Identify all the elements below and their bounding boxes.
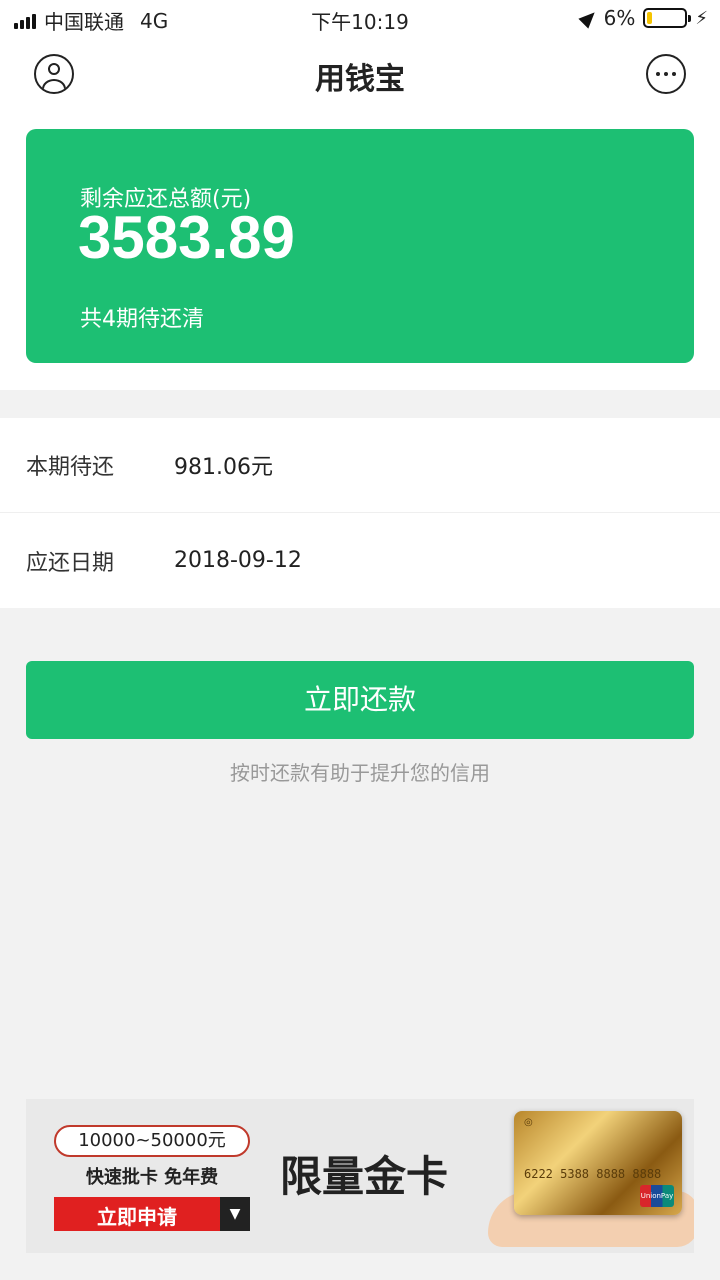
bank-logo-icon: ◎ [524, 1117, 533, 1128]
chevron-down-icon: ▼ [220, 1197, 250, 1231]
banner-headline: 限量金卡 [280, 1152, 449, 1201]
repay-now-button[interactable]: 立即还款 [26, 661, 694, 739]
credit-range-badge: 10000~50000元 [54, 1125, 250, 1157]
summary-card: 剩余应还总额(元) 3583.89 共4期待还清 [26, 129, 694, 363]
nav-bar: 用钱宝 [0, 38, 720, 112]
carrier-name: 中国联通 [44, 10, 124, 34]
remaining-periods: 共4期待还清 [80, 307, 204, 332]
battery-icon [643, 8, 692, 28]
signal-icon [14, 13, 36, 29]
battery-fill [647, 12, 653, 24]
repay-tip: 按时还款有助于提升您的信用 [230, 761, 490, 785]
banner-subtitle: 快速批卡 免年费 [85, 1167, 219, 1188]
page-title: 用钱宝 [315, 62, 405, 97]
status-left: 中国联通 4G [14, 6, 168, 35]
detail-key: 本期待还 [26, 455, 115, 480]
apply-now-label: 立即申请 [97, 1205, 177, 1229]
gold-credit-card-image: ◎ 6222 5388 8888 8888 UnionPay [514, 1111, 682, 1215]
detail-row-current-due: 本期待还 981.06元 [0, 418, 720, 513]
status-right: 6% ⚡ [578, 6, 708, 30]
detail-key: 应还日期 [26, 550, 115, 576]
charging-bolt-icon: ⚡ [695, 7, 708, 29]
card-number: 6222 5388 8888 8888 [524, 1167, 662, 1181]
battery-percent: 6% [603, 6, 636, 30]
location-arrow-icon [578, 7, 600, 29]
status-bar: 中国联通 4G 下午10:19 6% ⚡ [0, 0, 720, 38]
summary-section: 剩余应还总额(元) 3583.89 共4期待还清 [0, 112, 720, 390]
network-type: 4G [140, 8, 169, 33]
detail-value: 2018-09-12 [174, 548, 302, 573]
detail-value: 981.06元 [174, 455, 273, 480]
detail-list: 本期待还 981.06元 应还日期 2018-09-12 [0, 418, 720, 608]
detail-row-due-date: 应还日期 2018-09-12 [0, 513, 720, 608]
remaining-total-amount: 3583.89 [78, 204, 295, 271]
apply-now-button[interactable]: 立即申请 ▼ [54, 1197, 250, 1231]
unionpay-logo-icon: UnionPay [640, 1185, 674, 1207]
gold-card-banner[interactable]: 10000~50000元 快速批卡 免年费 立即申请 ▼ 限量金卡 ◎ 6222… [26, 1099, 694, 1253]
more-icon[interactable] [646, 54, 686, 94]
